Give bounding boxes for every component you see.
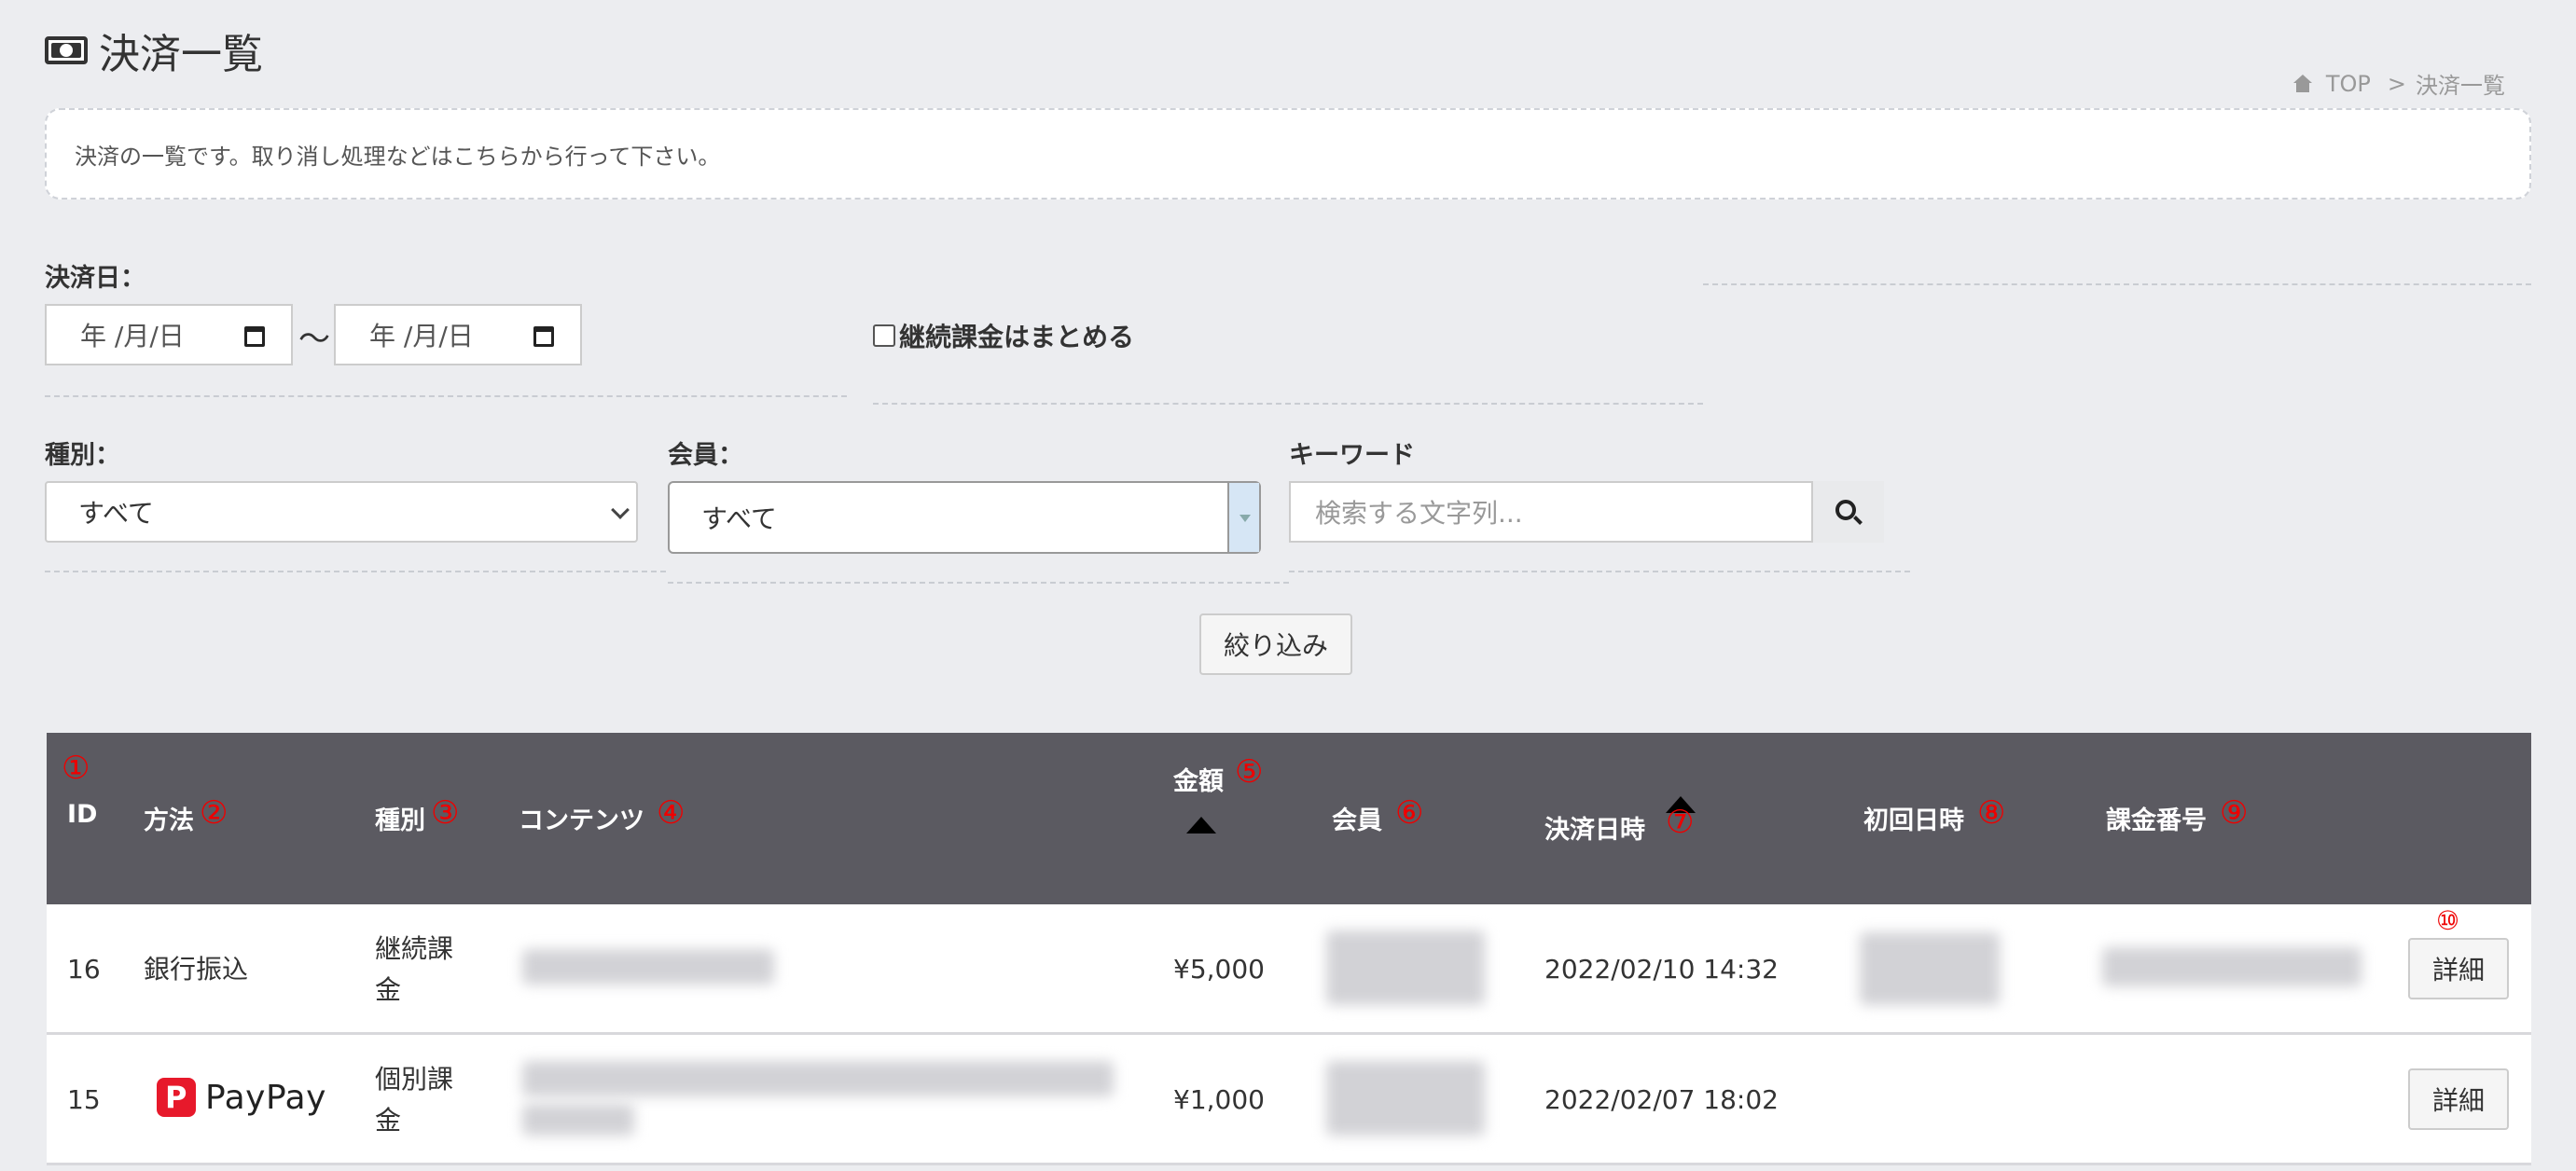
type-select-value: すべて [78,498,154,529]
redacted-content [522,1104,634,1136]
detail-button[interactable]: 詳細 [2408,1068,2509,1130]
annotation-2: ② [200,794,229,832]
annotation-1: ① [62,750,90,787]
col-header-billing-no[interactable]: 課金番号 [2106,800,2207,836]
page: 決済一覧 TOP > 決済一覧 決済の一覧です。取り消し処理などはこちらから行っ… [0,0,2576,1171]
date-range-separator: 〜 [298,321,330,358]
cell-id: 16 [67,954,101,985]
cell-method: 銀行振込 [144,954,249,985]
breadcrumb-separator: > [2387,70,2406,97]
annotation-4: ④ [657,794,686,832]
calendar-icon[interactable] [244,326,265,347]
cell-type-line1: 個別課 [375,1064,454,1095]
annotation-10: ⑩ [2436,905,2460,936]
group-recurring-option[interactable]: 継続課金はまとめる [873,317,1134,354]
member-select[interactable]: すべて [668,481,1261,554]
cell-method: PayPay [205,1078,326,1117]
col-header-first-at[interactable]: 初回日時 [1863,800,1964,836]
breadcrumb-current: 決済一覧 [2416,73,2505,99]
col-header-type[interactable]: 種別 [375,800,425,836]
member-label: 会員： [668,441,743,470]
redacted-member [1326,930,1485,1005]
annotation-9: ⑨ [2220,794,2249,832]
detail-button[interactable]: 詳細 [2408,938,2509,999]
divider [1289,571,1910,572]
keyword-placeholder: 検索する文字列... [1315,498,1523,529]
annotation-3: ③ [431,794,460,832]
date-from-placeholder: 年 /月/日 [80,321,185,351]
cell-type-line2: 金 [375,974,402,1005]
cell-type-line2: 金 [375,1105,402,1136]
col-header-method[interactable]: 方法 [144,800,194,836]
redacted-content [522,1061,1114,1096]
date-from-input[interactable]: 年 /月/日 [45,304,293,365]
col-header-content[interactable]: コンテンツ [519,800,644,836]
annotation-7: ⑦ [1666,804,1695,841]
dropdown-arrow-icon[interactable] [1227,483,1259,552]
payments-table: ① ID 方法 ② 種別 ③ コンテンツ ④ 金額 ⑤ 会員 ⑥ 決済日時 ⑦ … [47,733,2531,1165]
breadcrumb: TOP > 決済一覧 [2292,67,2505,100]
page-header: 決済一覧 [45,21,263,80]
paypay-logo: PayPay [157,1078,326,1117]
table-row: 15 PayPay 個別課 金 ¥1,000 2022/02/07 18:02 … [47,1035,2531,1165]
col-header-id[interactable]: ID [67,800,97,829]
divider [45,395,847,397]
cell-type-line1: 継続課 [375,933,454,964]
date-to-input[interactable]: 年 /月/日 [334,304,582,365]
type-select[interactable]: すべて [45,481,638,543]
date-to-placeholder: 年 /月/日 [369,321,474,351]
breadcrumb-top-link[interactable]: TOP [2326,71,2371,97]
group-recurring-label[interactable]: 継続課金はまとめる [899,317,1134,354]
chevron-down-icon [611,501,630,519]
calendar-icon[interactable] [533,326,554,347]
search-button[interactable] [1813,481,1884,543]
member-select-value: すべて [701,503,777,534]
page-title: 決済一覧 [99,31,263,78]
annotation-8: ⑧ [1977,794,2006,832]
divider [873,403,1703,405]
filter-submit-button[interactable]: 絞り込み [1199,613,1352,675]
cell-amount: ¥5,000 [1173,954,1265,985]
redacted-member [1326,1061,1485,1136]
redacted-first-at [1860,932,2000,1005]
search-icon [1835,500,1856,520]
info-text: 決済の一覧です。取り消し処理などはこちらから行って下さい。 [75,143,721,170]
money-icon [45,36,88,64]
keyword-label: キーワード [1289,441,1415,470]
col-header-paid-at[interactable]: 決済日時 [1544,809,1645,846]
table-row: 16 銀行振込 継続課 金 ¥5,000 2022/02/10 14:32 ⑩ … [47,904,2531,1035]
cell-paid-at: 2022/02/10 14:32 [1544,954,1779,985]
table-header: ① ID 方法 ② 種別 ③ コンテンツ ④ 金額 ⑤ 会員 ⑥ 決済日時 ⑦ … [47,733,2531,904]
redacted-content [522,949,774,985]
cell-paid-at: 2022/02/07 18:02 [1544,1084,1779,1115]
home-icon [2292,74,2313,93]
redacted-billing-no [2102,947,2361,986]
divider [45,571,666,572]
paypay-icon [157,1078,196,1117]
group-recurring-checkbox[interactable] [873,324,895,347]
divider [668,582,1289,584]
col-header-member[interactable]: 会員 [1332,800,1382,836]
col-header-amount[interactable]: 金額 [1173,761,1224,797]
type-label: 種別： [45,441,120,470]
annotation-5: ⑤ [1235,753,1264,791]
sort-asc-icon[interactable] [1186,817,1216,833]
annotation-6: ⑥ [1395,794,1424,832]
info-box: 決済の一覧です。取り消し処理などはこちらから行って下さい。 [45,108,2531,200]
keyword-input[interactable]: 検索する文字列... [1289,481,1813,543]
cell-id: 15 [67,1084,101,1115]
date-label: 決済日： [45,264,145,293]
divider [1703,283,2531,285]
cell-amount: ¥1,000 [1173,1084,1265,1115]
